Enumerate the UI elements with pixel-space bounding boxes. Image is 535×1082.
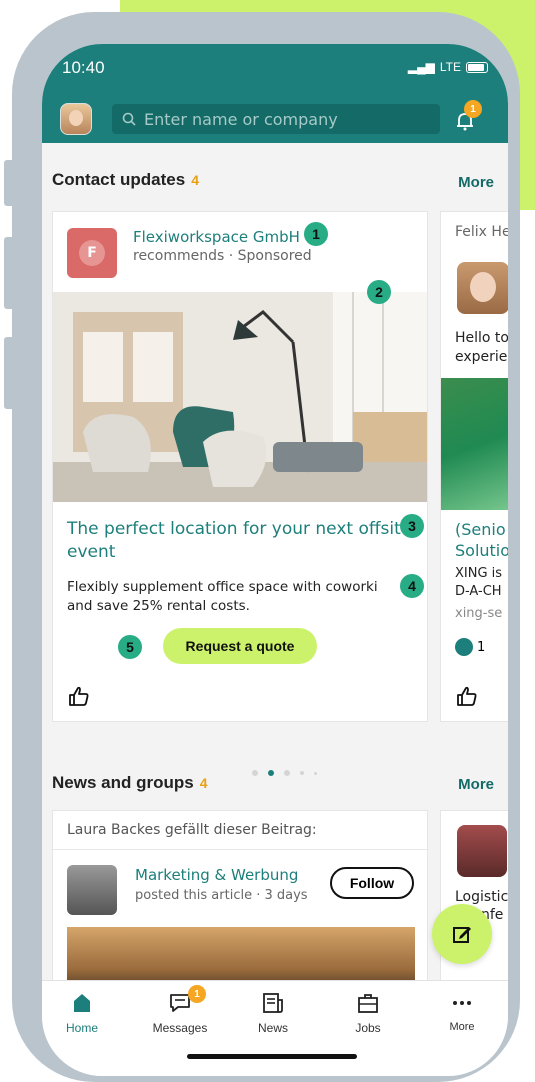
tab-more-label: More bbox=[449, 1021, 475, 1033]
carousel-dot[interactable] bbox=[284, 770, 290, 776]
marker-5: 5 bbox=[118, 635, 142, 659]
divider bbox=[53, 849, 427, 850]
like-icon[interactable] bbox=[67, 684, 91, 708]
side-card-avatar[interactable] bbox=[457, 262, 508, 314]
news-card[interactable]: Laura Backes gefällt dieser Beitrag: Mar… bbox=[52, 810, 428, 990]
side-card-text-1: Hello to bbox=[455, 330, 508, 346]
tab-messages-label: Messages bbox=[152, 1021, 208, 1035]
tab-jobs[interactable]: Jobs bbox=[328, 991, 408, 1035]
home-icon bbox=[74, 994, 90, 1012]
messages-badge: 1 bbox=[188, 985, 206, 1003]
search-icon bbox=[122, 112, 136, 126]
contact-updates-title: Contact updates bbox=[52, 170, 186, 189]
author-avatar[interactable] bbox=[67, 865, 117, 915]
news-groups-count: 4 bbox=[199, 775, 208, 791]
side-card-link[interactable]: xing-se bbox=[455, 606, 502, 621]
group-name-link[interactable]: Marketing & Werbung bbox=[135, 866, 298, 884]
card-description-line-2: and save 25% rental costs. bbox=[67, 598, 250, 614]
marker-3: 3 bbox=[400, 514, 424, 538]
marker-1: 1 bbox=[304, 222, 328, 246]
status-time: 10:40 bbox=[62, 58, 105, 77]
posted-info: posted this article · 3 days bbox=[135, 888, 308, 903]
tab-news[interactable]: News bbox=[233, 991, 313, 1035]
side-card-desc-2: D-A-CH bbox=[455, 584, 502, 599]
side-card-author: Felix He bbox=[455, 224, 508, 240]
contact-updates-heading: Contact updates 4 bbox=[52, 170, 199, 190]
notifications-button[interactable]: 1 bbox=[454, 100, 482, 132]
company-name-link[interactable]: Flexiworkspace GmbH bbox=[133, 228, 300, 246]
news-groups-title: News and groups bbox=[52, 773, 194, 792]
carousel-dots[interactable] bbox=[252, 770, 317, 776]
app-screen: 10:40 ▂▄▆ LTE Enter name or company 1 Co… bbox=[42, 44, 508, 1076]
news-card-2[interactable]: Logistic nfe bbox=[440, 810, 508, 990]
more-icon bbox=[453, 1001, 471, 1005]
office-photo[interactable] bbox=[53, 292, 427, 502]
carousel-dot[interactable] bbox=[300, 771, 304, 775]
liked-by-text: Laura Backes gefällt dieser Beitrag: bbox=[67, 822, 317, 838]
search-placeholder: Enter name or company bbox=[144, 109, 338, 129]
marker-2: 2 bbox=[367, 280, 391, 304]
tab-more[interactable]: More bbox=[422, 991, 502, 1033]
tab-news-label: News bbox=[257, 1021, 288, 1035]
news-card-2-avatar[interactable] bbox=[457, 825, 507, 877]
follow-button[interactable]: Follow bbox=[330, 867, 414, 899]
side-card-image[interactable] bbox=[441, 378, 508, 510]
news-card-2-text-1: Logistic bbox=[455, 889, 508, 905]
carousel-dot-active[interactable] bbox=[268, 770, 274, 776]
jobs-icon bbox=[358, 994, 378, 1013]
phone-mockup: 10:40 ▂▄▆ LTE Enter name or company 1 Co… bbox=[0, 12, 535, 1082]
logo-letter: F bbox=[79, 240, 105, 266]
news-groups-heading: News and groups 4 bbox=[52, 773, 207, 793]
tab-home-label: Home bbox=[65, 1021, 98, 1035]
side-card-title-2[interactable]: Solutio bbox=[455, 541, 508, 560]
profile-avatar[interactable] bbox=[60, 103, 92, 135]
marker-4: 4 bbox=[400, 574, 424, 598]
office-illustration bbox=[53, 292, 427, 502]
contact-updates-more-link[interactable]: More bbox=[458, 174, 494, 191]
tab-messages[interactable]: Messages 1 bbox=[140, 985, 220, 1035]
battery-icon bbox=[466, 61, 488, 73]
status-indicators: ▂▄▆ LTE bbox=[408, 60, 488, 74]
network-type: LTE bbox=[439, 60, 461, 74]
card-description-line-1: Flexibly supplement office space with co… bbox=[67, 579, 378, 595]
card-title-link[interactable]: The perfect location for your next offsi… bbox=[67, 518, 423, 564]
card-description: Flexibly supplement office space with co… bbox=[67, 578, 423, 616]
top-bar: 10:40 ▂▄▆ LTE Enter name or company 1 bbox=[42, 44, 508, 143]
home-indicator bbox=[187, 1054, 357, 1059]
status-bar: 10:40 ▂▄▆ LTE bbox=[62, 56, 488, 80]
news-icon bbox=[263, 993, 283, 1013]
request-quote-button[interactable]: Request a quote bbox=[163, 628, 317, 664]
compose-button[interactable] bbox=[432, 904, 492, 964]
notification-badge: 1 bbox=[464, 100, 482, 118]
like-icon[interactable] bbox=[455, 684, 479, 708]
bottom-tab-bar: Home Messages 1 News Jobs More bbox=[42, 980, 508, 1076]
side-card-likes: 1 bbox=[455, 638, 485, 656]
search-input[interactable]: Enter name or company bbox=[112, 104, 440, 134]
side-card-text-2: experie bbox=[455, 349, 508, 365]
tab-home[interactable]: Home bbox=[42, 991, 122, 1035]
sponsored-subline: recommends · Sponsored bbox=[133, 248, 312, 264]
carousel-dot[interactable] bbox=[252, 770, 258, 776]
signal-icon: ▂▄▆ bbox=[407, 60, 435, 74]
side-card-desc-1: XING is bbox=[455, 566, 503, 581]
contact-updates-count: 4 bbox=[191, 172, 199, 188]
side-card-like-count: 1 bbox=[477, 639, 486, 655]
tab-jobs-label: Jobs bbox=[355, 1021, 381, 1035]
carousel-dot[interactable] bbox=[314, 771, 317, 775]
contact-update-card-2[interactable]: Felix He Hello to experie (Senio Solutio… bbox=[440, 211, 508, 722]
news-groups-more-link[interactable]: More bbox=[458, 776, 494, 793]
like-count-icon bbox=[455, 638, 473, 656]
company-logo[interactable]: F bbox=[67, 228, 117, 278]
edit-icon bbox=[453, 927, 471, 943]
side-card-title-1[interactable]: (Senio bbox=[455, 520, 506, 539]
